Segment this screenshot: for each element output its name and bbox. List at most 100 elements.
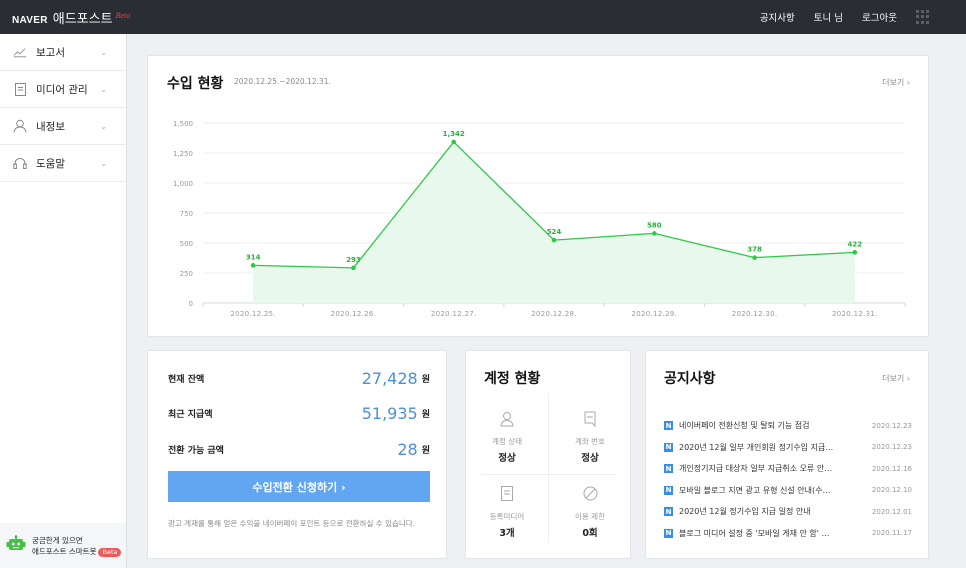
person-icon — [466, 411, 548, 429]
notice-item-date: 2020.12.23 — [871, 421, 912, 430]
account-cell-value: 정상 — [498, 453, 516, 464]
usage-restriction-cell: 이용 제한 0회 — [549, 476, 631, 550]
notice-item-date: 2020.11.17 — [871, 529, 912, 538]
naver-wordmark: NAVER — [12, 14, 48, 26]
account-cell-label: 이용 제한 — [575, 512, 605, 521]
bookmark-icon — [549, 411, 631, 429]
notice-title: 공지사항 — [664, 371, 716, 387]
balance-label: 최근 지급액 — [168, 409, 213, 420]
y-tick-label: 1,500 — [173, 120, 193, 128]
x-tick-label: 2020.12.26. — [331, 310, 377, 318]
sidebar-item-label: 보고서 — [36, 46, 65, 59]
y-tick-label: 1,250 — [173, 150, 193, 158]
y-tick-label: 750 — [180, 210, 193, 218]
notice-item[interactable]: N 2020년 12월 일부 개인회원 정기수입 지급… 2020.12.23 — [664, 437, 912, 459]
data-label: 580 — [647, 221, 662, 229]
current-balance-row: 현재 잔액 27,428 원 — [168, 366, 430, 390]
account-cell-value: 정상 — [581, 453, 599, 464]
new-badge: N — [664, 442, 673, 452]
account-card: 계정 현황 계정 상태 정상 계좌 번호 정상 등록미디어 3개 이용 제한 0… — [465, 350, 631, 559]
sidebar-item-label: 도움말 — [36, 157, 65, 170]
data-label: 378 — [747, 246, 762, 254]
notice-item-title: 2020년 12월 일부 개인회원 정기수입 지급… — [679, 442, 834, 452]
notice-item-title: 네이버페이 전환신청 및 탈퇴 기능 점검 — [679, 421, 810, 431]
smartbot-line2: 애드포스트 스마트봇 — [32, 546, 97, 556]
balance-value: 51,935 — [361, 403, 418, 423]
data-label: 422 — [848, 240, 863, 248]
smartbot-line1: 궁금한게 있으면 — [32, 535, 83, 545]
notice-more-link[interactable]: 더보기 › — [882, 373, 910, 384]
notice-item-title: 개인정기지급 대상자 일부 지급취소 오류 안… — [679, 464, 833, 474]
sidebar-item-label: 미디어 관리 — [36, 83, 88, 96]
cashout-request-button[interactable]: 수입전환 신청하기 › — [168, 471, 430, 502]
notice-card: 공지사항 더보기 › N 네이버페이 전환신청 및 탈퇴 기능 점검 2020.… — [645, 350, 929, 559]
account-cell-value: 3개 — [499, 528, 515, 539]
sidebar: 보고서 ⌄ 미디어 관리 ⌄ 내정보 ⌄ 도움말 ⌄ 궁금한게 있으면 애드포스… — [0, 34, 127, 568]
data-point — [752, 255, 757, 260]
headset-icon — [13, 156, 27, 170]
nav-notice-link[interactable]: 공지사항 — [760, 10, 795, 24]
notice-item-title: 2020년 12월 정기수입 지급 일정 안내 — [679, 507, 811, 517]
document-icon — [466, 486, 548, 504]
y-tick-label: 1,000 — [173, 180, 193, 188]
chevron-down-icon: ⌄ — [100, 158, 107, 168]
smartbot-help[interactable]: 궁금한게 있으면 애드포스트 스마트봇 Beta — [0, 523, 126, 568]
recent-payment-row: 최근 지급액 51,935 원 — [168, 401, 430, 425]
x-tick-label: 2020.12.30. — [732, 310, 778, 318]
data-label: 314 — [246, 253, 261, 261]
notice-item[interactable]: N 네이버페이 전환신청 및 탈퇴 기능 점검 2020.12.23 — [664, 415, 912, 437]
notice-item-date: 2020.12.23 — [871, 443, 912, 452]
balance-unit: 원 — [421, 445, 430, 456]
balance-unit: 원 — [421, 409, 430, 420]
sidebar-item-help[interactable]: 도움말 ⌄ — [0, 145, 126, 182]
new-badge: N — [664, 507, 673, 517]
sidebar-item-media[interactable]: 미디어 관리 ⌄ — [0, 71, 126, 108]
data-label: 293 — [346, 256, 361, 264]
notice-item[interactable]: N 블로그 미디어 설정 중 '모바일 게재 안 함' … 2020.11.17 — [664, 523, 912, 545]
notice-item[interactable]: N 모바일 블로그 지면 광고 유형 신설 안내(수… 2020.12.10 — [664, 480, 912, 502]
data-point — [451, 139, 457, 145]
notice-item[interactable]: N 2020년 12월 정기수입 지급 일정 안내 2020.12.01 — [664, 501, 912, 523]
account-status-cell: 계정 상태 정상 — [466, 401, 548, 475]
beta-mark: Beta — [115, 10, 131, 20]
chevron-down-icon: ⌄ — [100, 121, 107, 131]
data-point — [551, 237, 557, 243]
income-chart: 0 250 500 750 1,000 1,250 1,500 2020.12.25. 2020… — [173, 120, 906, 318]
x-tick-label: 2020.12.25. — [230, 310, 276, 318]
y-tick-label: 500 — [180, 240, 193, 248]
income-card: 수입 현황 2020.12.25.~2020.12.31. 더보기 › 0 250… — [147, 55, 929, 337]
new-badge: N — [664, 528, 673, 538]
sidebar-item-reports[interactable]: 보고서 ⌄ — [0, 34, 126, 71]
logo[interactable]: NAVER 애드포스트 Beta — [12, 8, 130, 27]
chevron-down-icon: ⌄ — [100, 84, 107, 94]
data-label: 1,342 — [443, 130, 465, 138]
account-cell-value: 0회 — [582, 528, 598, 539]
account-title: 계정 현황 — [484, 371, 541, 387]
balance-card: 현재 잔액 27,428 원 최근 지급액 51,935 원 전환 가능 금액 … — [147, 350, 447, 559]
y-tick-label: 0 — [189, 300, 193, 308]
document-icon — [13, 82, 27, 96]
balance-note: 광고 게재를 통해 얻은 수익을 네이버페이 포인트 등으로 전환하실 수 있습… — [168, 519, 416, 528]
data-point — [250, 263, 256, 268]
chevron-down-icon: ⌄ — [100, 47, 107, 57]
sidebar-item-myinfo[interactable]: 내정보 ⌄ — [0, 108, 126, 145]
robot-icon — [6, 535, 26, 556]
app-grid-icon[interactable] — [916, 10, 930, 24]
nav-logout-link[interactable]: 로그아웃 — [862, 10, 897, 24]
new-badge: N — [664, 421, 673, 431]
balance-value: 27,428 — [361, 368, 418, 388]
balance-label: 현재 잔액 — [168, 374, 205, 385]
new-badge: N — [664, 485, 673, 495]
account-cell-label: 등록미디어 — [489, 512, 525, 521]
notice-item-title: 모바일 블로그 지면 광고 유형 신설 안내(수… — [679, 485, 831, 495]
registered-media-cell: 등록미디어 3개 — [466, 476, 548, 550]
notice-item[interactable]: N 개인정기지급 대상자 일부 지급취소 오류 안… 2020.12.16 — [664, 458, 912, 480]
convertible-amount-row: 전환 가능 금액 28 원 — [168, 437, 430, 461]
notice-item-title: 블로그 미디어 설정 중 '모바일 게재 안 함' … — [679, 528, 830, 538]
data-label: 524 — [547, 228, 562, 236]
app-name: 애드포스트 — [52, 11, 113, 27]
bank-account-cell: 계좌 번호 정상 — [549, 401, 631, 475]
nav-user-link[interactable]: 토니 님 — [814, 10, 843, 24]
notice-item-date: 2020.12.10 — [871, 486, 912, 495]
area-fill — [253, 141, 855, 303]
